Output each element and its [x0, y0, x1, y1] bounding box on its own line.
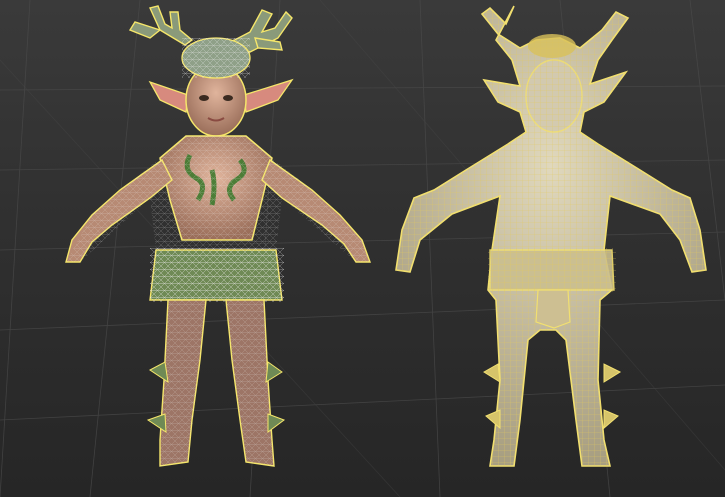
- textured-wireframe-model[interactable]: [60, 5, 380, 470]
- right-model-loincloth: [535, 289, 571, 329]
- left-model-ear-right: [243, 78, 294, 113]
- 3d-viewport[interactable]: [0, 0, 725, 497]
- viewport-scene[interactable]: [0, 0, 725, 497]
- shaded-wireframe-model[interactable]: [390, 0, 720, 470]
- left-model-ear-left: [148, 80, 189, 113]
- right-model-crown: [528, 34, 576, 58]
